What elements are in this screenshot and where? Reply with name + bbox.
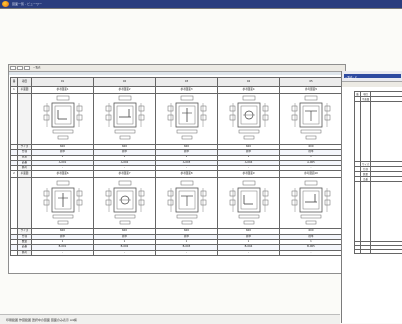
group-label: 平面図 [18, 87, 32, 94]
column-header: 03 [156, 78, 218, 87]
status-text: 印刷範囲 作図範囲 選択中の図面 図面のみ表示 A4横 [6, 318, 77, 322]
drawing-name[interactable]: 参考図面7 [94, 171, 156, 178]
drawing-name[interactable]: 参考図面8 [156, 171, 218, 178]
plan-drawing [291, 95, 331, 141]
plan-drawing [105, 95, 145, 141]
group-label: 平面図 [18, 171, 32, 178]
second-window-title: 一覧表 - 2 [344, 74, 401, 78]
main-sheet-window[interactable]: 一覧表 番項目01020304051平面図参考図面1参考図面2参考図面3参考図面… [8, 64, 346, 274]
drawing-name[interactable]: 参考図面3 [156, 87, 218, 94]
attribute-row: 備考----- [11, 250, 343, 255]
sheet-ruler [9, 72, 345, 75]
drawing-name[interactable]: 参考図面1 [32, 87, 94, 94]
attribute-value[interactable]: - [280, 250, 343, 255]
group-number: 1 [11, 87, 18, 94]
plan-drawing [229, 95, 269, 141]
header-row: 番項目0102030405 [11, 78, 343, 87]
drawing-name[interactable]: 参考図面9 [218, 171, 280, 178]
plan-drawing [43, 180, 83, 226]
attribute-label: 備考 [18, 250, 32, 255]
column-header: 04 [218, 78, 280, 87]
plan-drawing [43, 95, 83, 141]
drawing-cell[interactable] [94, 178, 156, 229]
drawing-cell[interactable] [218, 94, 280, 145]
drawing-name-row: 1平面図参考図面1参考図面2参考図面3参考図面4参考図面5 [11, 87, 343, 94]
second-window-titlebar: 一覧表 - 2 [342, 71, 402, 82]
drawing-cell[interactable] [94, 94, 156, 145]
column-header: 番 [11, 78, 18, 87]
drawing-name[interactable]: 参考図面2 [94, 87, 156, 94]
second-sheet-table: 番 項目 平面図 サイズ 仕様 数量 品番 [354, 91, 402, 254]
second-label-size: サイズ [361, 162, 371, 167]
sheet-tab-2[interactable] [17, 66, 23, 70]
drawing-name[interactable]: 参考図面5 [280, 87, 343, 94]
drawing-row [11, 178, 343, 229]
drawing-row [11, 94, 343, 145]
title-divider [0, 8, 402, 9]
drawing-cell[interactable] [156, 94, 218, 145]
drawing-cell[interactable] [32, 94, 94, 145]
plan-drawing [167, 180, 207, 226]
sheet-title: 一覧表 [33, 65, 41, 69]
drawing-name[interactable]: 参考図面6 [32, 171, 94, 178]
drawing-cell[interactable] [218, 178, 280, 229]
title-bar: 図面一覧 - ビューワー [0, 0, 402, 8]
window-title: 図面一覧 - ビューワー [12, 2, 42, 6]
plan-drawing [105, 180, 145, 226]
drawing-cell[interactable] [280, 94, 343, 145]
column-header: 01 [32, 78, 94, 87]
drawing-name[interactable]: 参考図面4 [218, 87, 280, 94]
drawing-table: 番項目01020304051平面図参考図面1参考図面2参考図面3参考図面4参考図… [10, 77, 343, 256]
sheet-toolbar: 一覧表 [9, 65, 345, 72]
group-number: 2 [11, 171, 18, 178]
sheet-tab-3[interactable] [24, 66, 30, 70]
plan-drawing [291, 180, 331, 226]
second-sheet-window[interactable]: 一覧表 - 2 番 項目 平面図 サイズ 仕様 数量 品番 [341, 71, 402, 323]
attribute-value[interactable]: - [218, 250, 280, 255]
attribute-value[interactable]: - [156, 250, 218, 255]
second-label-plan: 平面図 [361, 97, 371, 102]
attribute-value[interactable]: - [94, 250, 156, 255]
drawing-name-row: 2平面図参考図面6参考図面7参考図面8参考図面9参考図面10 [11, 171, 343, 178]
column-header: 項目 [18, 78, 32, 87]
drawing-cell[interactable] [32, 178, 94, 229]
drawing-cell[interactable] [280, 178, 343, 229]
plan-drawing [167, 95, 207, 141]
second-window-toolbar [342, 82, 402, 87]
drawing-cell[interactable] [156, 178, 218, 229]
plan-drawing [229, 180, 269, 226]
drawing-name[interactable]: 参考図面10 [280, 171, 343, 178]
sheet-tab-1[interactable] [10, 66, 16, 70]
app-icon [2, 1, 9, 7]
attribute-value[interactable]: - [32, 250, 94, 255]
column-header: 05 [280, 78, 343, 87]
column-header: 02 [94, 78, 156, 87]
